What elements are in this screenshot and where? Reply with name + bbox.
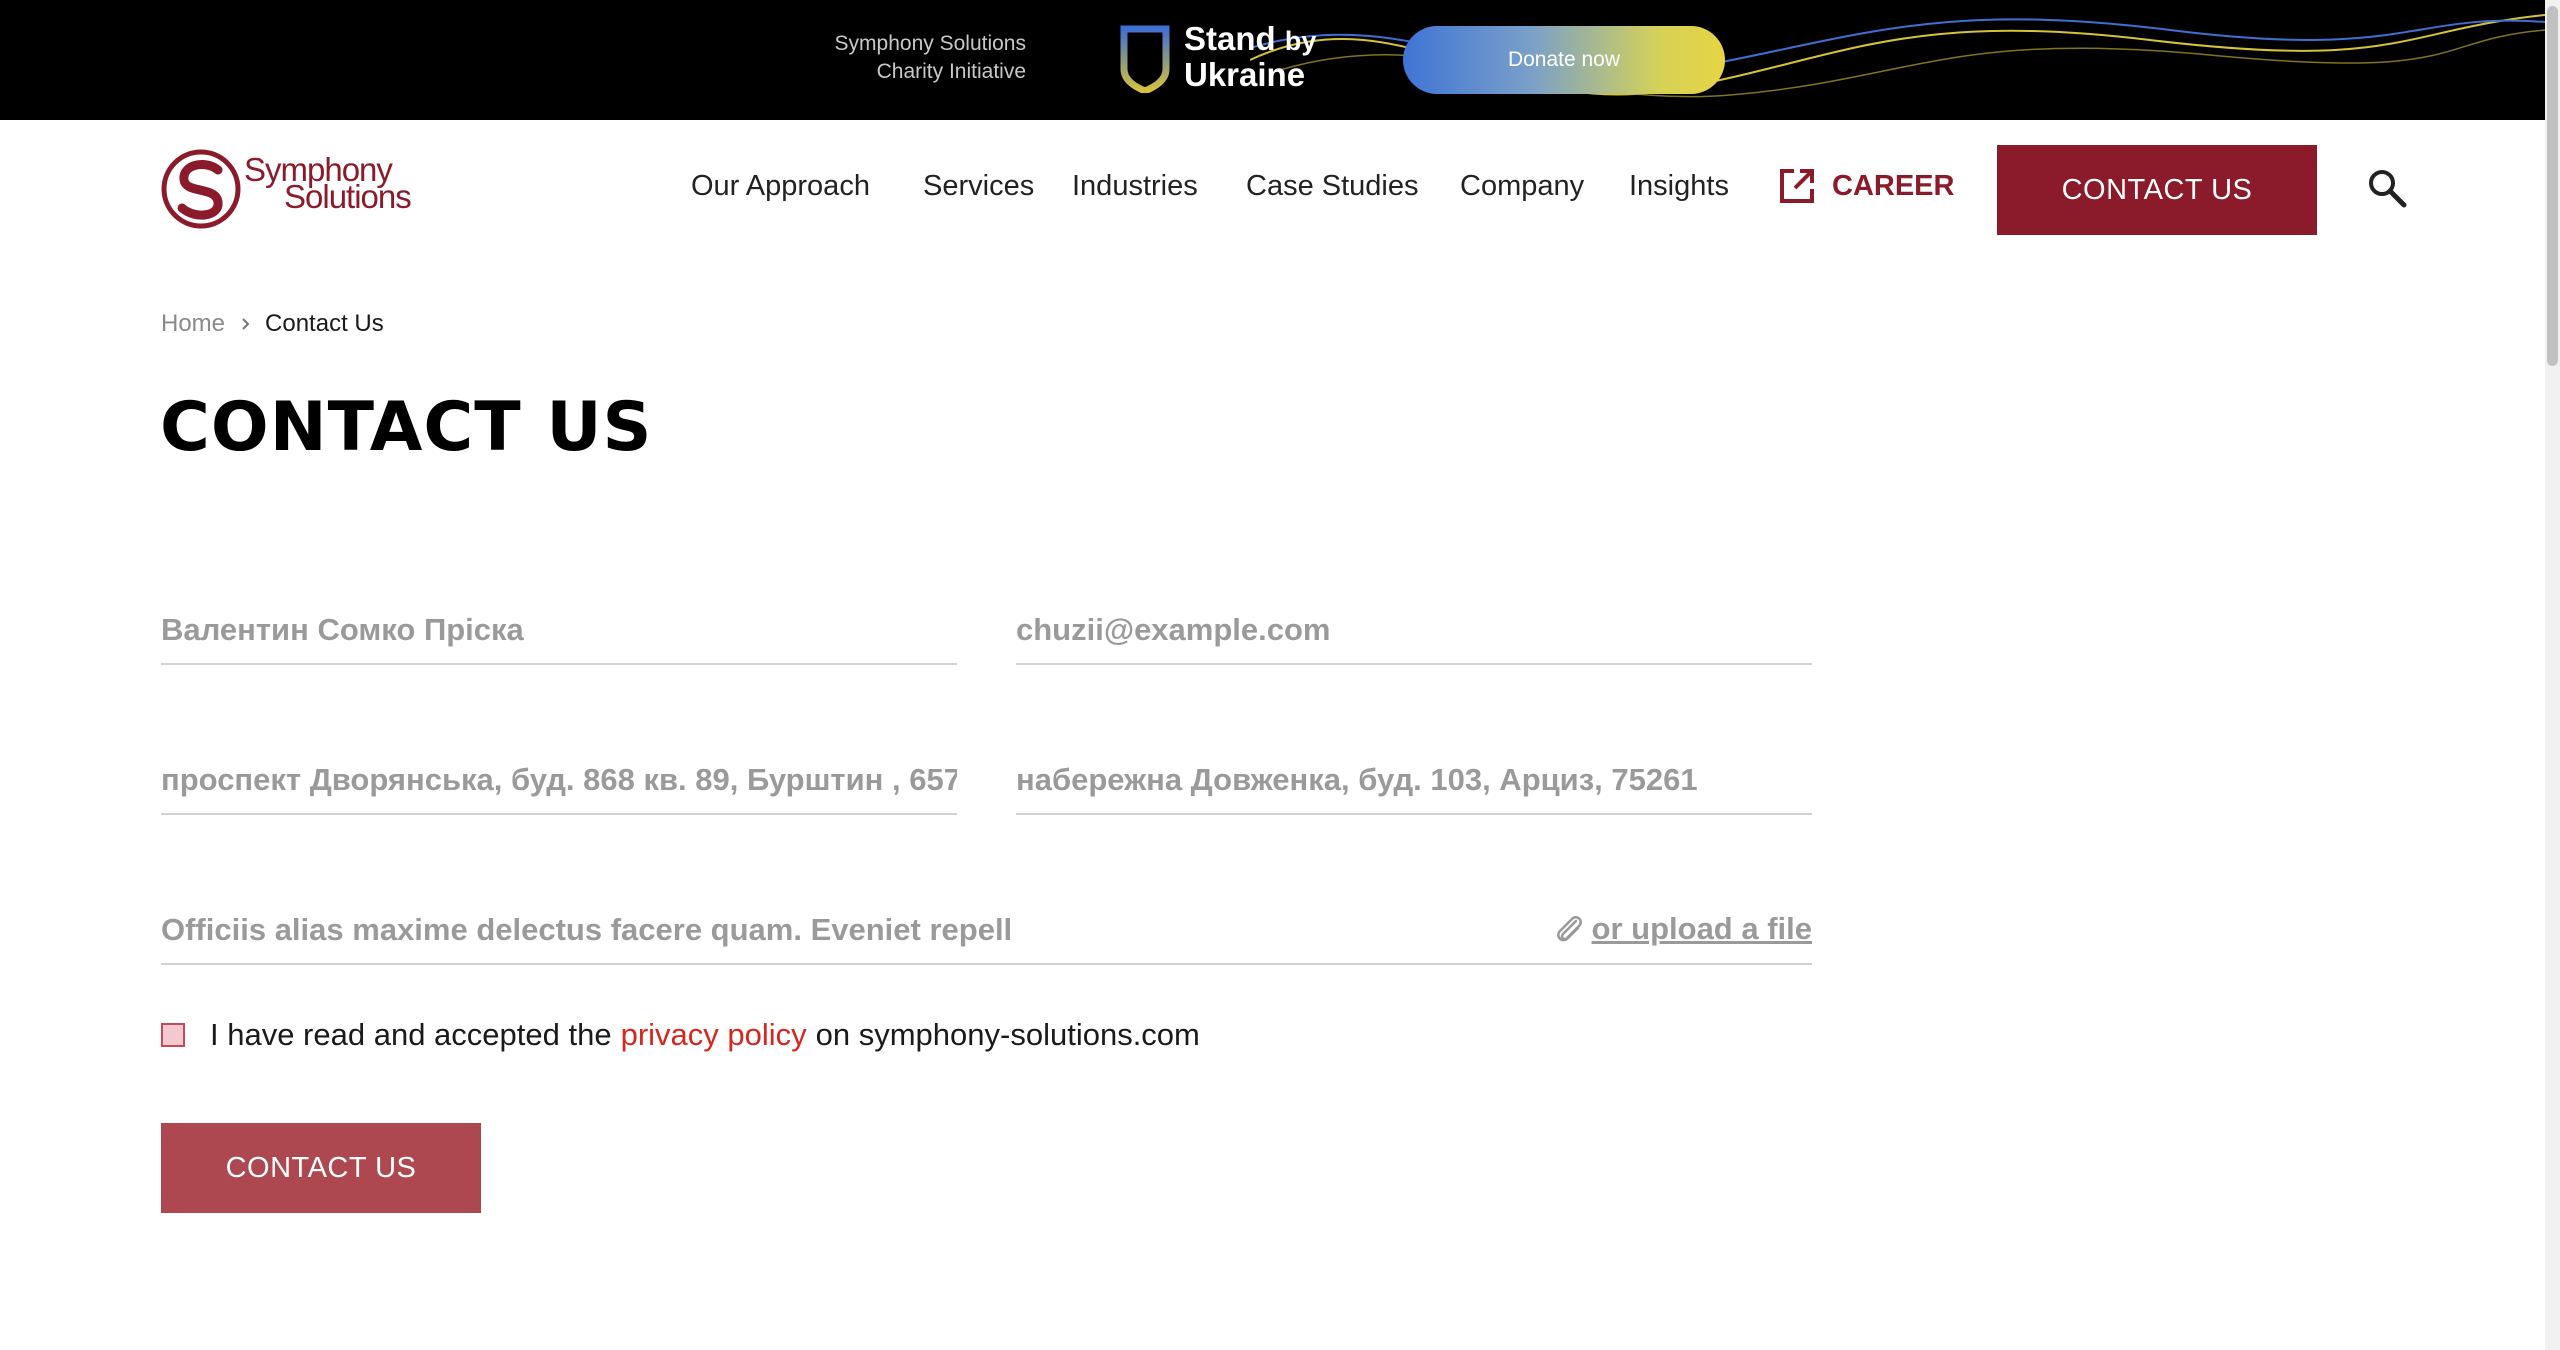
name-field bbox=[161, 605, 957, 665]
address-input-1[interactable] bbox=[161, 755, 957, 805]
charity-line-2: Charity Initiative bbox=[876, 60, 1026, 83]
email-input[interactable] bbox=[1016, 605, 1812, 655]
career-link[interactable]: CAREER bbox=[1778, 166, 1954, 206]
by-word: by bbox=[1284, 26, 1317, 56]
upload-file-label: or upload a file bbox=[1591, 911, 1812, 946]
message-field: or upload a file bbox=[161, 905, 1812, 965]
stand-word: Stand bbox=[1184, 20, 1276, 57]
charity-line-1: Symphony Solutions bbox=[834, 32, 1026, 55]
nav-item-insights[interactable]: Insights bbox=[1629, 168, 1729, 204]
stand-by-ukraine-text: Stand by Ukraine bbox=[1184, 22, 1316, 92]
charity-initiative-text: Symphony Solutions Charity Initiative bbox=[780, 30, 1026, 86]
breadcrumb-current: Contact Us bbox=[265, 310, 384, 337]
shield-icon bbox=[1120, 25, 1170, 93]
ukraine-word: Ukraine bbox=[1184, 56, 1306, 93]
main-nav: Our Approach Services Industries Case St… bbox=[0, 120, 2545, 260]
privacy-policy-link[interactable]: privacy policy bbox=[621, 1017, 807, 1053]
nav-item-company[interactable]: Company bbox=[1460, 168, 1584, 204]
privacy-checkbox[interactable] bbox=[161, 1023, 185, 1047]
privacy-consent: I have read and accepted the privacy pol… bbox=[161, 1017, 1200, 1053]
career-label: CAREER bbox=[1832, 170, 1955, 202]
breadcrumb: Home Contact Us bbox=[161, 309, 384, 339]
address-field-2 bbox=[1016, 755, 1812, 815]
address-input-2[interactable] bbox=[1016, 755, 1812, 805]
nav-item-our-approach[interactable]: Our Approach bbox=[691, 168, 870, 204]
address-field-1 bbox=[161, 755, 957, 815]
search-button[interactable] bbox=[2367, 168, 2407, 208]
stand-by-ukraine-logo[interactable]: Stand by Ukraine bbox=[1120, 22, 1320, 98]
message-input[interactable] bbox=[161, 905, 1411, 955]
scrollbar-thumb[interactable] bbox=[2547, 6, 2558, 366]
nav-item-case-studies[interactable]: Case Studies bbox=[1246, 168, 1419, 204]
consent-prefix-text: I have read and accepted the bbox=[210, 1017, 612, 1052]
nav-item-industries[interactable]: Industries bbox=[1072, 168, 1198, 204]
consent-suffix-text: on symphony-solutions.com bbox=[815, 1017, 1200, 1052]
paperclip-icon bbox=[1556, 916, 1582, 942]
nav-item-services[interactable]: Services bbox=[923, 168, 1034, 204]
vertical-scrollbar[interactable] bbox=[2545, 0, 2560, 1350]
page-title: CONTACT US bbox=[160, 388, 653, 467]
donate-now-button[interactable]: Donate now bbox=[1403, 26, 1725, 94]
name-input[interactable] bbox=[161, 605, 957, 655]
contact-us-nav-button[interactable]: CONTACT US bbox=[1997, 145, 2317, 235]
external-link-icon bbox=[1780, 169, 1814, 203]
charity-banner: Symphony Solutions Charity Initiative St… bbox=[0, 0, 2545, 120]
site-header: Symphony Solutions Our Approach Services… bbox=[0, 120, 2545, 260]
email-field bbox=[1016, 605, 1812, 665]
contact-us-submit-button[interactable]: CONTACT US bbox=[161, 1123, 481, 1213]
search-icon bbox=[2369, 170, 2407, 208]
chevron-right-icon bbox=[241, 317, 251, 331]
upload-file-button[interactable]: or upload a file bbox=[1554, 911, 1812, 947]
breadcrumb-home[interactable]: Home bbox=[161, 309, 225, 339]
